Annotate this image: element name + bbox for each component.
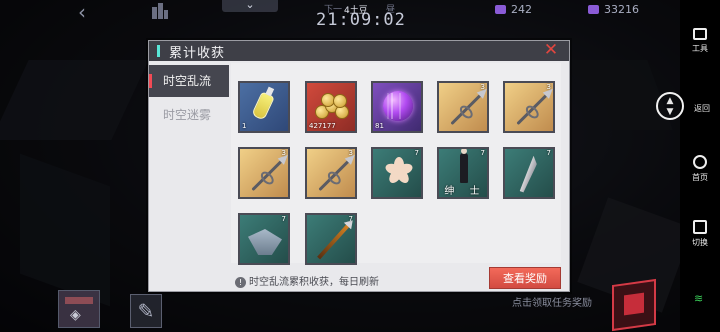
item-grid: 1 427177 81 3 3 3 3 7 绅 士 7 7 7 7: [231, 63, 561, 265]
item-rank-badge: 3: [348, 149, 353, 157]
spear-icon: [516, 91, 550, 126]
close-icon: ✕: [543, 40, 559, 60]
item-rank-badge: 3: [546, 83, 551, 91]
resource-counter-2: 33216: [588, 3, 639, 16]
item-rank-badge: 7: [348, 215, 353, 223]
item-quantity: 1: [242, 122, 247, 130]
sidebar-home[interactable]: 首页: [680, 155, 720, 183]
item-slot[interactable]: 3: [503, 81, 555, 133]
footer-info-text: 时空乱流累积收获，每日刷新: [249, 277, 379, 288]
tab-temporal-turbulence[interactable]: 时空乱流: [149, 65, 229, 97]
tab-temporal-fog[interactable]: 时空迷雾: [149, 99, 229, 131]
view-rewards-button[interactable]: 查看奖励: [489, 267, 561, 289]
shop-icon: ◈: [70, 307, 81, 323]
item-slot[interactable]: 1: [238, 81, 290, 133]
pencil-icon: ✎: [137, 299, 155, 323]
close-button[interactable]: ✕: [543, 40, 559, 60]
pike-icon: [317, 222, 351, 260]
item-slot[interactable]: 81: [371, 81, 423, 133]
sidebar-switch[interactable]: 切换: [680, 220, 720, 248]
up-down-circle-icon: ▲ ▼: [656, 92, 684, 120]
item-rank-badge: 7: [414, 149, 419, 157]
header-accent-bar: [157, 45, 160, 57]
info-icon: !: [235, 277, 246, 288]
resource-counter-1: 242: [495, 3, 532, 16]
item-slot[interactable]: 7: [503, 147, 555, 199]
axe-icon: [248, 229, 282, 255]
crystal-icon: [495, 5, 506, 14]
blade-icon: [517, 154, 539, 193]
game-clock: 21:09:02: [316, 10, 406, 30]
spear-icon: [251, 157, 285, 192]
sidebar-tools[interactable]: 工具: [680, 28, 720, 54]
square-icon: [693, 220, 707, 234]
item-quantity: 427177: [309, 122, 336, 130]
top-hud: ‹ ⌄ 下一 4土豆 昼 21:09:02 242 33216: [0, 0, 680, 30]
potion-bottle-icon: [251, 91, 275, 121]
wifi-icon: ≋: [694, 292, 704, 305]
spear-icon: [318, 157, 352, 192]
sidebar-home-label: 首页: [692, 173, 708, 182]
purple-orb-icon: [383, 91, 413, 121]
back-arrow-icon[interactable]: ‹: [78, 0, 86, 24]
edit-button[interactable]: ✎: [130, 294, 162, 328]
sidebar-tools-label: 工具: [692, 44, 708, 53]
item-rank-badge: 7: [546, 149, 551, 157]
toolbox-icon: [693, 28, 707, 40]
spear-icon: [450, 91, 484, 126]
item-slot[interactable]: 7: [305, 213, 357, 265]
item-caption: 绅 士: [444, 186, 486, 197]
item-rank-badge: 7: [281, 215, 286, 223]
item-rank-badge: 3: [281, 149, 286, 157]
modal-title: 累计收获: [169, 46, 226, 61]
modal-header: 累计收获 ✕: [149, 41, 569, 61]
item-slot[interactable]: 3: [305, 147, 357, 199]
shop-button[interactable]: ◈: [58, 290, 100, 328]
hud-dropdown-button[interactable]: ⌄: [222, 0, 278, 12]
flower-icon: [384, 157, 414, 186]
item-slot[interactable]: 7: [238, 213, 290, 265]
item-slot[interactable]: 427177: [305, 81, 357, 133]
task-hint[interactable]: 点击领取任务奖励: [512, 294, 592, 309]
cumulative-harvest-modal: 累计收获 ✕ 时空乱流 时空迷雾 1 427177 81 3 3 3 3 7 绅…: [148, 40, 570, 292]
sidebar-switch-label: 切换: [692, 238, 708, 247]
item-slot[interactable]: 绅 士 7: [437, 147, 489, 199]
mission-cube-icon[interactable]: [612, 278, 656, 332]
sidebar-back-label: 返回: [694, 104, 710, 113]
gentleman-figure-icon: [460, 149, 468, 183]
gold-coins-icon: [315, 93, 349, 119]
item-slot[interactable]: 7: [371, 147, 423, 199]
item-quantity: 81: [375, 122, 384, 130]
footer-info: ! 时空乱流累积收获，每日刷新: [235, 273, 379, 288]
item-rank-badge: 7: [480, 149, 485, 157]
item-rank-badge: 3: [480, 83, 485, 91]
building-icon[interactable]: [152, 3, 168, 19]
gem-icon: [588, 5, 599, 14]
item-slot[interactable]: 3: [437, 81, 489, 133]
item-slot[interactable]: 3: [238, 147, 290, 199]
system-sidebar: 工具 ▲ ▼ 返回 首页 切换: [656, 0, 720, 332]
home-circle-icon: [693, 155, 707, 169]
